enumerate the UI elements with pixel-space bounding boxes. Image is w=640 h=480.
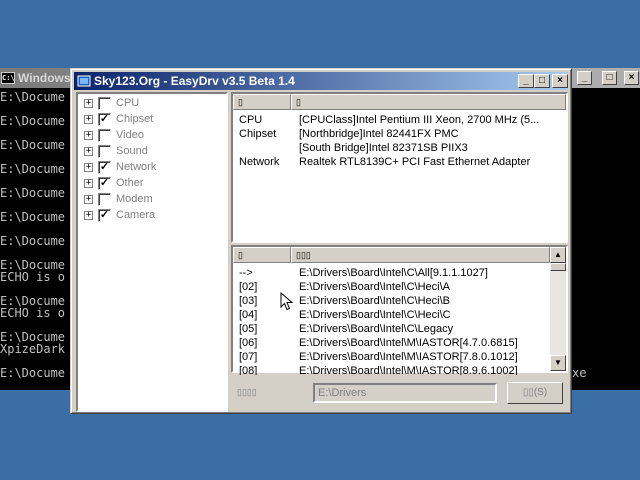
console-line: E:\Docume: [0, 90, 66, 104]
tree-item-label: Sound: [116, 145, 148, 157]
driver-path: E:\Drivers\Board\Intel\C\Heci\B: [299, 295, 450, 307]
scroll-down-button[interactable]: ▼: [550, 355, 566, 371]
tree-item-label: Camera: [116, 209, 156, 221]
hardware-device: Chipset: [239, 128, 277, 140]
hardware-col-detail-header[interactable]: ▯: [291, 94, 566, 110]
driver-path: E:\Drivers\Board\Intel\C\All[9.1.1.1027]: [299, 267, 488, 279]
console-icon: C:\: [1, 72, 15, 84]
expand-icon[interactable]: +: [84, 163, 93, 172]
window-title: Sky123.Org - EasyDrv v3.5 Beta 1.4: [94, 74, 295, 88]
driver-path: E:\Drivers\Board\Intel\C\Heci\C: [299, 309, 451, 321]
hardware-detail: Realtek RTL8139C+ PCI Fast Ethernet Adap…: [299, 156, 531, 168]
console-line: E:\Docume: [0, 138, 66, 152]
expand-icon[interactable]: +: [84, 211, 93, 220]
tree-item-other[interactable]: + ✓ Other: [84, 176, 224, 192]
tree-item-sound[interactable]: + Sound: [84, 144, 224, 160]
console-line: E:\Docume: [0, 162, 66, 176]
console-line: E:\Docume: [0, 114, 66, 128]
bottom-bar: ▯▯▯▯ E:\Drivers ▯▯(S): [231, 375, 568, 411]
console-line: ECHO is o: [0, 270, 66, 284]
tree-item-label: Network: [116, 161, 157, 173]
category-tree[interactable]: + CPU + ✓ Chipset + Video + Sound + ✓ Network + ✓ Othe…: [76, 92, 228, 412]
tree-item-label: CPU: [116, 97, 140, 109]
driver-index: [03]: [239, 295, 258, 307]
category-checkbox[interactable]: [98, 97, 111, 110]
expand-icon[interactable]: +: [84, 147, 93, 156]
tree-item-camera[interactable]: + ✓ Camera: [84, 208, 224, 224]
hardware-detail: [CPUClass]Intel Pentium III Xeon, 2700 M…: [299, 114, 540, 126]
mouse-cursor-icon: [280, 292, 294, 311]
tree-item-label: Chipset: [116, 113, 154, 125]
driver-scrollbar[interactable]: ▲ ▼: [550, 247, 566, 371]
driver-index: [04]: [239, 309, 258, 321]
tree-item-video[interactable]: + Video: [84, 128, 224, 144]
browse-button[interactable]: ▯▯(S): [507, 382, 563, 404]
driver-index: [07]: [239, 351, 258, 363]
console-line: E:\Docume: [0, 186, 66, 200]
driver-path: E:\Drivers\Board\Intel\M\IASTOR[7.8.0.10…: [299, 351, 518, 363]
tree-item-label: Video: [116, 129, 144, 141]
driver-index: [06]: [239, 337, 258, 349]
driver-col-index-header[interactable]: ▯: [233, 247, 291, 263]
console-right-text: xe: [572, 366, 587, 380]
console-line: ECHO is o: [0, 306, 66, 320]
category-checkbox[interactable]: ✓: [98, 177, 111, 190]
category-checkbox[interactable]: ✓: [98, 209, 111, 222]
driver-col-path-header[interactable]: ▯▯▯: [291, 247, 550, 263]
expand-icon[interactable]: +: [84, 195, 93, 204]
hardware-list[interactable]: ▯ ▯ CPU [CPUClass]Intel Pentium III Xeon,…: [231, 92, 568, 243]
tree-item-chipset[interactable]: + ✓ Chipset: [84, 112, 224, 128]
tree-item-label: Other: [116, 177, 144, 189]
driver-index: [02]: [239, 281, 258, 293]
hardware-detail: [South Bridge]Intel 82371SB PIIX3: [299, 142, 468, 154]
app-icon: [77, 75, 91, 87]
hardware-device: CPU: [239, 114, 263, 126]
console-maximize-button[interactable]: □: [602, 71, 617, 85]
console-line: E:\Docume: [0, 366, 66, 380]
expand-icon[interactable]: +: [84, 115, 93, 124]
driver-path: E:\Drivers\Board\Intel\M\IASTOR[4.7.0.68…: [299, 337, 518, 349]
driver-path: E:\Drivers\Board\Intel\C\Legacy: [299, 323, 454, 335]
category-checkbox[interactable]: ✓: [98, 161, 111, 174]
hardware-device: Network: [239, 156, 280, 168]
category-checkbox[interactable]: [98, 145, 111, 158]
path-input[interactable]: E:\Drivers: [313, 383, 497, 403]
driver-index: [05]: [239, 323, 258, 335]
driver-index: -->: [239, 267, 253, 279]
maximize-button[interactable]: □: [534, 74, 550, 88]
expand-icon[interactable]: +: [84, 179, 93, 188]
scroll-thumb[interactable]: [550, 263, 566, 271]
expand-icon[interactable]: +: [84, 131, 93, 140]
tree-item-network[interactable]: + ✓ Network: [84, 160, 224, 176]
hardware-detail: [Northbridge]Intel 82441FX PMC: [299, 128, 459, 140]
console-close-button[interactable]: ×: [624, 71, 639, 85]
console-line: XpizeDark: [0, 342, 66, 356]
console-line: E:\Docume: [0, 234, 66, 248]
console-line: E:\Docume: [0, 210, 66, 224]
driver-path: E:\Drivers\Board\Intel\C\Heci\A: [299, 281, 450, 293]
scroll-up-button[interactable]: ▲: [550, 247, 566, 263]
category-checkbox[interactable]: ✓: [98, 113, 111, 126]
path-label: ▯▯▯▯: [237, 387, 257, 397]
tree-item-label: Modem: [116, 193, 153, 205]
easydrv-window[interactable]: Sky123.Org - EasyDrv v3.5 Beta 1.4 _ □ ×…: [70, 68, 572, 414]
minimize-button[interactable]: _: [518, 74, 534, 88]
console-minimize-button[interactable]: _: [577, 71, 592, 85]
close-button[interactable]: ×: [552, 74, 568, 88]
category-checkbox[interactable]: [98, 129, 111, 142]
category-checkbox[interactable]: [98, 193, 111, 206]
hardware-col-device-header[interactable]: ▯: [233, 94, 291, 110]
tree-item-modem[interactable]: + Modem: [84, 192, 224, 208]
expand-icon[interactable]: +: [84, 99, 93, 108]
window-titlebar[interactable]: Sky123.Org - EasyDrv v3.5 Beta 1.4 _ □ ×: [74, 72, 568, 90]
console-title: Windows: [18, 71, 71, 85]
tree-item-cpu[interactable]: + CPU: [84, 96, 224, 112]
